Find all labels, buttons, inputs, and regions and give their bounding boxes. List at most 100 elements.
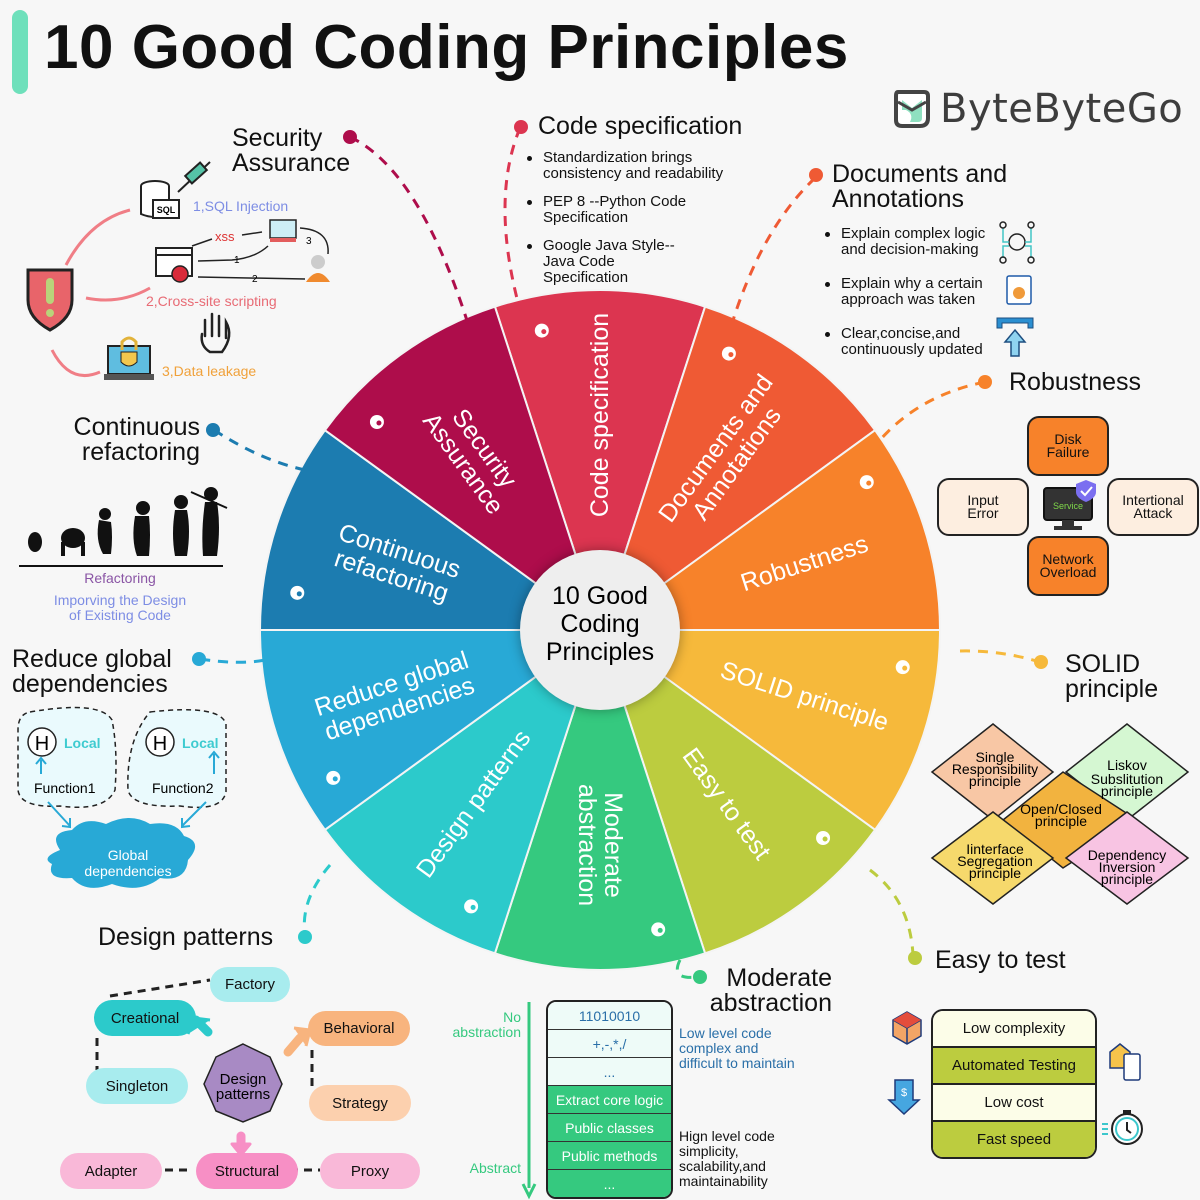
wheel-dot-inner [902, 665, 908, 671]
evolution-silhouette-icon [19, 487, 228, 567]
easy-test-left-icons: $ [887, 1011, 922, 1116]
easy-test-stack: Low complexity Automated Testing Low cos… [931, 1009, 1097, 1159]
connector-dot-refactoring [206, 423, 220, 437]
data-leakage-label: 3,Data leakage [162, 363, 256, 379]
cloud-line: dependencies [84, 863, 171, 879]
wheel-dot-inner [296, 591, 302, 597]
connector-docs [728, 176, 817, 331]
connector-refactoring [213, 428, 306, 472]
wheel-dot-inner [657, 927, 663, 933]
pattern-singleton: Singleton [86, 1068, 188, 1104]
syringe-icon [177, 161, 211, 193]
smart-home-phone-icon [1109, 1043, 1141, 1081]
refactoring-title-line-2: refactoring [81, 438, 200, 466]
xss-label: xss [215, 229, 235, 244]
docs-title: Documents and Annotations [832, 162, 1007, 212]
docs-icons [996, 221, 1035, 357]
code-spec-title: Code specification [538, 112, 743, 140]
shield-alert-icon [26, 268, 74, 332]
solid-i-line: principle [969, 865, 1021, 881]
docs-bullet: Clear,concise,and continuously updated [825, 326, 985, 358]
stopwatch-icon [1102, 1110, 1143, 1145]
easy-test-title: Easy to test [935, 946, 1066, 974]
refactoring-sub-line: Imporving the Design [53, 592, 187, 608]
local-label: Local [64, 735, 101, 751]
pattern-structural: Structural [196, 1153, 298, 1189]
abstraction-high-note: Hign level code simplicity, scalability,… [679, 1129, 775, 1189]
bullet-line: Google Java Style-- [543, 237, 675, 254]
wheel-dot-inner [728, 352, 734, 358]
xss-step-1: 1 [234, 255, 240, 266]
solid-s-line: principle [969, 773, 1021, 789]
abstraction-row: 11010010 [548, 1002, 671, 1029]
wheel-dot-inner [866, 480, 872, 486]
bullet-line: Explain complex logic [841, 225, 986, 242]
note-line: Hign level code [679, 1128, 775, 1144]
wheel-center-line-1: 10 Good [552, 582, 648, 610]
pattern-behavioral: Behavioral [308, 1011, 410, 1046]
note-line: difficult to maintain [679, 1055, 795, 1071]
robustness-input-error: Input Error [937, 478, 1029, 536]
bullet-line: PEP 8 --Python Code [543, 193, 687, 210]
arrow-to-sql [64, 208, 131, 266]
note-line: scalability,and [679, 1158, 766, 1174]
abstraction-axis-top: No abstraction [446, 1010, 521, 1040]
bullet-line: Specification [543, 209, 629, 226]
box-line: Attack [1133, 505, 1173, 521]
connector-dot-global-deps [192, 652, 206, 666]
abstraction-row: ... [548, 1169, 671, 1197]
docs-title-line-2: Annotations [832, 185, 965, 213]
pattern-creational: Creational [94, 1000, 196, 1036]
robustness-disk-failure: Disk Failure [1027, 416, 1109, 476]
abstraction-title: Moderate abstraction [698, 966, 832, 1016]
connector-design-patterns [302, 864, 332, 936]
team-question-icon [999, 221, 1035, 264]
sql-label: SQL [157, 205, 176, 215]
arrow-to-xss [85, 286, 151, 302]
easy-test-row: Low complexity [933, 1011, 1095, 1046]
wheel-dot-inner [332, 776, 338, 782]
service-monitor-icon: Service [1043, 480, 1096, 530]
xss-step-3: 3 [306, 236, 312, 247]
abstraction-row: Extract core logic [548, 1085, 671, 1113]
user-icon [306, 255, 330, 282]
robustness-intentional-attack: Intertional Attack [1107, 478, 1199, 536]
global-deps-title-line-1: Reduce global [12, 645, 172, 673]
abstraction-stack: 11010010 +,-,*,/ ... Extract core logic … [546, 1000, 673, 1199]
refactoring-sub: Imporving the Design of Existing Code [20, 593, 220, 623]
axis-line: No [503, 1009, 521, 1025]
code-spec-bullets: Standardization brings consistency and re… [527, 150, 723, 298]
wheel-center-line-3: Principles [546, 638, 654, 666]
connector-solid [959, 649, 1041, 664]
connector-easy-test [869, 868, 915, 956]
abstraction-axis-arrow [521, 1002, 537, 1200]
function2-label: Function2 [152, 780, 214, 796]
solid-title: SOLID principle [1065, 652, 1158, 702]
local-label: Local [182, 735, 219, 751]
global-deps-title-line-2: dependencies [12, 670, 168, 698]
abstraction-low-note: Low level code complex and difficult to … [679, 1026, 795, 1071]
wheel-dot-inner [541, 329, 547, 335]
connector-dot-easy-test [908, 951, 922, 965]
solid-title-line-2: principle [1065, 675, 1159, 703]
box-line: Error [967, 505, 999, 521]
pattern-factory: Factory [210, 967, 290, 1002]
box-line: Overload [1039, 564, 1097, 580]
note-line: simplicity, [679, 1143, 739, 1159]
security-title-line-1: Security [232, 124, 323, 152]
bullet-line: and decision-making [841, 241, 979, 258]
connector-dot-docs [809, 168, 823, 182]
stop-hand-icon [200, 312, 231, 354]
wheel-dot-inner [470, 904, 476, 910]
bullet-line: approach was taken [841, 291, 976, 308]
abstraction-axis-bottom: Abstract [469, 1160, 521, 1176]
laptop-lock-icon [104, 336, 154, 380]
refactoring-caption: Refactoring [84, 570, 156, 586]
robustness-title: Robustness [1009, 368, 1142, 396]
function1-label: Function1 [34, 780, 96, 796]
octagon-line: patterns [216, 1086, 270, 1103]
bullet-line: Clear,concise,and [841, 325, 961, 342]
code-spec-bullet: Google Java Style-- Java Code Specificatio… [527, 238, 723, 286]
xss-step-2: 2 [252, 274, 258, 285]
design-patterns-title: Design patterns [98, 923, 274, 951]
